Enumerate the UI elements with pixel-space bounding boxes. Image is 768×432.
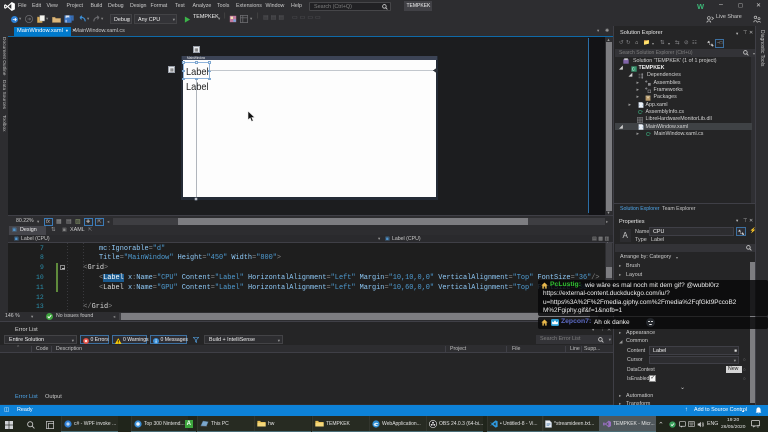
svg-text:#: #	[641, 110, 643, 114]
svg-text:2: 2	[757, 425, 759, 428]
svg-text:#: #	[649, 132, 651, 136]
svg-text:C: C	[631, 66, 634, 71]
